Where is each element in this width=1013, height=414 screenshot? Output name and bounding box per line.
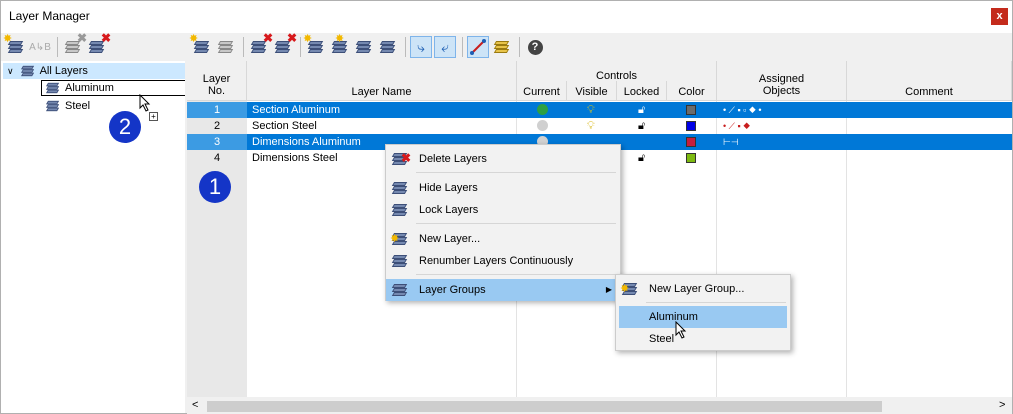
header-locked[interactable]: Locked xyxy=(617,81,667,101)
color-swatch[interactable] xyxy=(686,153,696,163)
menu-item-new-layer-group[interactable]: ✸ New Layer Group... xyxy=(616,278,790,300)
close-button[interactable]: x xyxy=(991,8,1008,25)
header-color[interactable]: Color xyxy=(667,81,717,101)
scrollbar-thumb[interactable] xyxy=(207,401,882,412)
header-layer-no[interactable]: Layer No. xyxy=(187,61,247,101)
select-in-layer-icon[interactable]: ⤷ xyxy=(410,36,432,58)
layer-gold-2-icon[interactable]: ✸ xyxy=(329,33,351,58)
color-swatch[interactable] xyxy=(686,105,696,115)
menu-item-group-aluminum[interactable]: Aluminum xyxy=(619,306,787,328)
header-layer-name[interactable]: Layer Name xyxy=(247,61,517,101)
tree-root-label: All Layers xyxy=(39,65,88,77)
layer-gray-1-icon[interactable] xyxy=(353,36,375,58)
grid-toolbar: ✸ ✖ ✖ ✸ ✸ ⤷ ⤶ ? xyxy=(189,31,548,59)
menu-item-delete-layers[interactable]: ✖ Delete Layers xyxy=(386,148,620,170)
unlocked-icon[interactable]: 🔓︎ xyxy=(638,102,645,118)
layer-manager-window: Layer Manager x ✸ A↳B ✖ ✖ ✸ ✖ ✖ ✸ ✸ ⤷ ⤶ … xyxy=(0,0,1013,414)
new-layer-gold-icon[interactable]: ✸ xyxy=(303,33,327,58)
cell-layer-name[interactable]: Section Steel xyxy=(252,118,317,134)
tree-item-steel[interactable]: Steel xyxy=(45,98,90,114)
cell-layer-name[interactable]: Section Aluminum xyxy=(252,102,340,118)
table-row[interactable]: 1 Section Aluminum 💡︎ 🔓︎ • ⟋ ▪ ▫ ◆ • xyxy=(187,102,1012,118)
delete-all-layers-icon[interactable]: ✖ xyxy=(272,31,297,58)
tree-item-aluminum[interactable]: Aluminum xyxy=(41,80,185,96)
layer-stack-icon[interactable] xyxy=(491,36,513,58)
layer-icon xyxy=(20,65,35,77)
current-check-icon[interactable] xyxy=(537,104,548,115)
cell-layer-no: 4 xyxy=(187,150,247,166)
menu-item-renumber[interactable]: Renumber Layers Continuously xyxy=(386,250,620,272)
title-bar: Layer Manager x xyxy=(1,1,1012,33)
header-assigned-objects[interactable]: Assigned Objects xyxy=(717,61,847,101)
cell-layer-name[interactable]: Dimensions Steel xyxy=(252,150,338,166)
lock-layer-icon xyxy=(391,203,408,217)
tree-item-label: Aluminum xyxy=(65,82,114,94)
delete-group-icon[interactable]: ✖ xyxy=(86,31,111,58)
chevron-down-icon[interactable]: ∨ xyxy=(7,63,14,79)
select-in-layer-2-icon[interactable]: ⤶ xyxy=(434,36,456,58)
submenu-arrow-icon: ▶ xyxy=(605,285,612,294)
new-layer-icon: ✸ xyxy=(390,232,408,246)
renumber-icon[interactable] xyxy=(215,36,237,58)
help-icon[interactable]: ? xyxy=(524,36,546,58)
layer-gray-2-icon[interactable] xyxy=(377,36,399,58)
delete-layer-icon: ✖ xyxy=(391,151,411,166)
assigned-objects-icons: ⊢⊣ xyxy=(723,137,739,147)
cell-layer-no: 1 xyxy=(187,102,247,118)
callout-badge-1: 1 xyxy=(199,171,231,203)
delete-group-gray-icon[interactable]: ✖ xyxy=(62,31,87,58)
layer-icon xyxy=(46,100,60,112)
layer-group-tree: ∨ All Layers Aluminum Steel + 2 xyxy=(1,61,185,413)
menu-item-lock-layers[interactable]: Lock Layers xyxy=(386,199,620,221)
cell-layer-no: 3 xyxy=(187,134,247,150)
header-comment[interactable]: Comment xyxy=(847,61,1012,101)
menu-item-new-layer[interactable]: ✸ New Layer... xyxy=(386,228,620,250)
unlocked-icon[interactable]: 🔓︎ xyxy=(638,118,645,134)
new-layer-group-icon[interactable]: ✸ xyxy=(3,33,27,58)
visible-bulb-icon[interactable]: 💡︎ xyxy=(587,102,595,118)
menu-item-layer-groups[interactable]: Layer Groups ▶ xyxy=(386,279,620,301)
layer-group-icon xyxy=(391,283,408,297)
context-menu: ✖ Delete Layers Hide Layers Lock Layers … xyxy=(385,144,621,301)
cell-layer-no: 2 xyxy=(187,118,247,134)
current-check-icon[interactable] xyxy=(537,120,548,131)
unlocked-icon[interactable]: 🔓︎ xyxy=(638,150,645,166)
tree-root-all-layers[interactable]: ∨ All Layers xyxy=(3,63,185,79)
rename-group-icon[interactable]: A↳B xyxy=(29,36,51,58)
assigned-objects-icons: • ⟋ ▪ ▫ ◆ • xyxy=(723,105,762,115)
color-swatch[interactable] xyxy=(686,137,696,147)
new-layer-icon[interactable]: ✸ xyxy=(189,33,213,58)
table-row[interactable]: 2 Section Steel 💡︎ 🔓︎ • ⟋ ▪ ◆ xyxy=(187,118,1012,134)
window-title: Layer Manager xyxy=(9,9,90,23)
new-layer-group-icon: ✸ xyxy=(620,282,638,296)
tree-item-label: Steel xyxy=(65,100,91,112)
drag-plus-icon: + xyxy=(149,112,158,121)
hide-layer-icon xyxy=(391,181,408,195)
header-controls: Controls xyxy=(517,61,717,82)
layer-icon xyxy=(46,82,60,94)
cell-layer-name[interactable]: Dimensions Aluminum xyxy=(252,134,361,150)
delete-layer-icon[interactable]: ✖ xyxy=(248,31,273,58)
assign-objects-icon[interactable] xyxy=(467,36,489,58)
menu-item-group-steel[interactable]: Steel xyxy=(616,328,790,350)
mouse-cursor-icon xyxy=(139,94,151,112)
tree-toolbar: ✸ A↳B ✖ ✖ xyxy=(3,31,111,59)
renumber-icon xyxy=(391,254,408,268)
mouse-cursor-icon xyxy=(675,321,687,339)
scroll-left-icon[interactable]: < xyxy=(192,399,198,411)
visible-bulb-icon[interactable]: 💡︎ xyxy=(587,118,595,134)
horizontal-scrollbar[interactable]: < > xyxy=(187,399,1012,414)
header-current[interactable]: Current xyxy=(517,81,567,101)
header-visible[interactable]: Visible xyxy=(567,81,617,101)
assigned-objects-icons: • ⟋ ▪ ◆ xyxy=(723,121,751,131)
layer-groups-submenu: ✸ New Layer Group... Aluminum Steel xyxy=(615,274,791,351)
callout-badge-2: 2 xyxy=(109,111,141,143)
menu-item-hide-layers[interactable]: Hide Layers xyxy=(386,177,620,199)
color-swatch[interactable] xyxy=(686,121,696,131)
scroll-right-icon[interactable]: > xyxy=(999,399,1005,411)
